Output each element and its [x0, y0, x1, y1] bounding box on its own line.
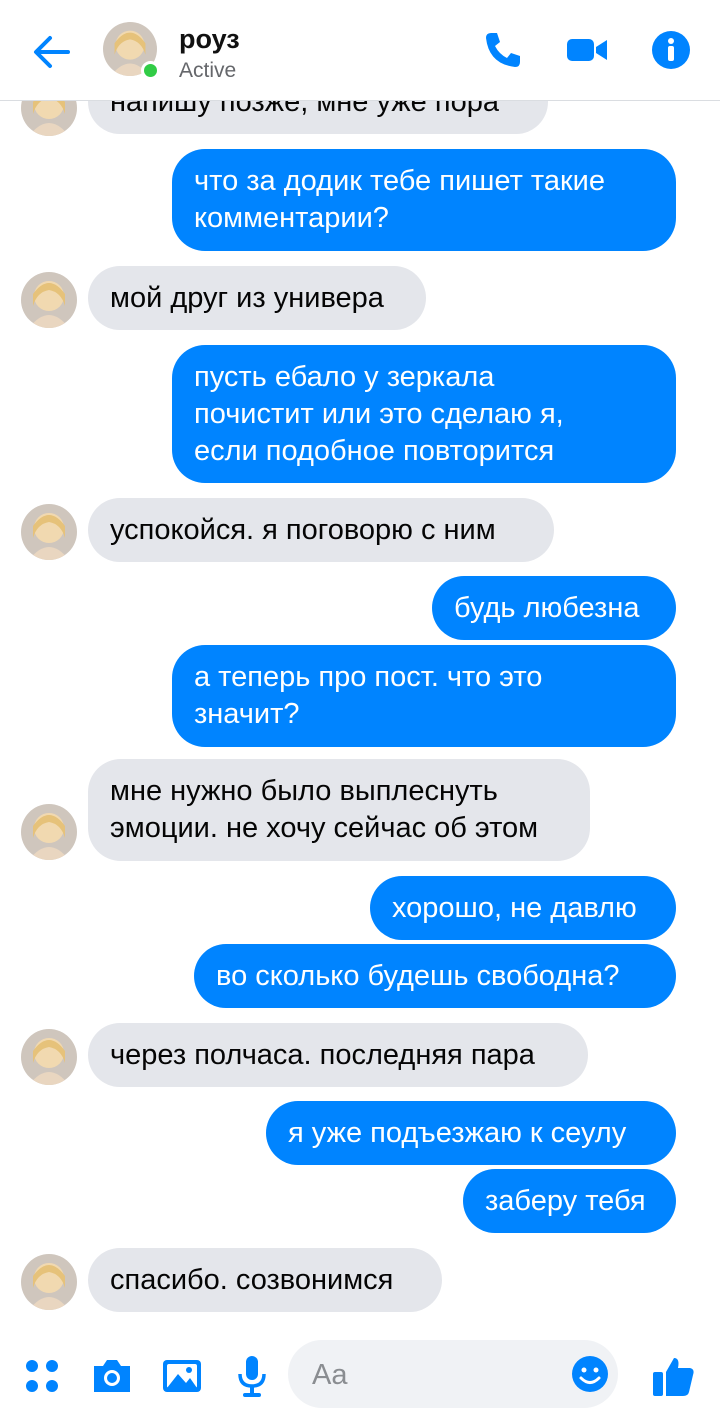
message-input[interactable]	[310, 1354, 554, 1396]
four-dots-icon[interactable]	[18, 1352, 66, 1400]
contact-status: Active	[179, 59, 237, 82]
contact-name[interactable]: роуз	[179, 24, 240, 55]
contact-avatar[interactable]	[21, 804, 77, 860]
message-bubble-outgoing[interactable]: что за додик тебе пишет такие комментари…	[172, 149, 676, 251]
message-bubble-outgoing[interactable]: я уже подъезжаю к сеулу	[266, 1101, 676, 1165]
smiley-icon[interactable]	[570, 1354, 610, 1394]
contact-avatar[interactable]	[21, 1029, 77, 1085]
message-bubble-incoming[interactable]: спасибо. созвонимся	[88, 1248, 442, 1312]
thumbs-up-icon[interactable]	[650, 1352, 698, 1400]
back-arrow-icon[interactable]	[28, 28, 76, 76]
message-bubble-outgoing[interactable]: а теперь про пост. что это значит?	[172, 645, 676, 747]
video-camera-icon[interactable]	[565, 28, 609, 72]
contact-avatar[interactable]	[21, 1254, 77, 1310]
contact-avatar[interactable]	[21, 504, 77, 560]
message-bubble-outgoing[interactable]: будь любезна	[432, 576, 676, 640]
camera-icon[interactable]	[88, 1352, 136, 1400]
image-icon[interactable]	[158, 1352, 206, 1400]
message-bubble-outgoing[interactable]: заберу тебя	[463, 1169, 676, 1233]
message-list[interactable]: напишу позже, мне уже пора что за додик …	[0, 0, 720, 1330]
message-input-container[interactable]	[288, 1340, 618, 1408]
message-bubble-outgoing[interactable]: хорошо, не давлю	[370, 876, 676, 940]
message-bubble-outgoing[interactable]: пусть ебало у зеркала почистит или это с…	[172, 345, 676, 483]
phone-icon[interactable]	[481, 28, 525, 72]
message-bubble-outgoing[interactable]: во сколько будешь свободна?	[194, 944, 676, 1008]
info-icon[interactable]	[649, 28, 693, 72]
microphone-icon[interactable]	[228, 1352, 276, 1400]
composer-bar	[0, 1330, 720, 1424]
contact-avatar[interactable]	[21, 272, 77, 328]
messenger-chat-screen: напишу позже, мне уже пора что за додик …	[0, 0, 720, 1424]
message-bubble-incoming[interactable]: успокойся. я поговорю с ним	[88, 498, 554, 562]
message-bubble-incoming[interactable]: мой друг из универа	[88, 266, 426, 330]
online-indicator	[141, 61, 160, 80]
message-bubble-incoming[interactable]: мне нужно было выплеснуть эмоции. не хоч…	[88, 759, 590, 861]
message-bubble-incoming[interactable]: через полчаса. последняя пара	[88, 1023, 588, 1087]
chat-header: роуз Active	[0, 0, 720, 101]
